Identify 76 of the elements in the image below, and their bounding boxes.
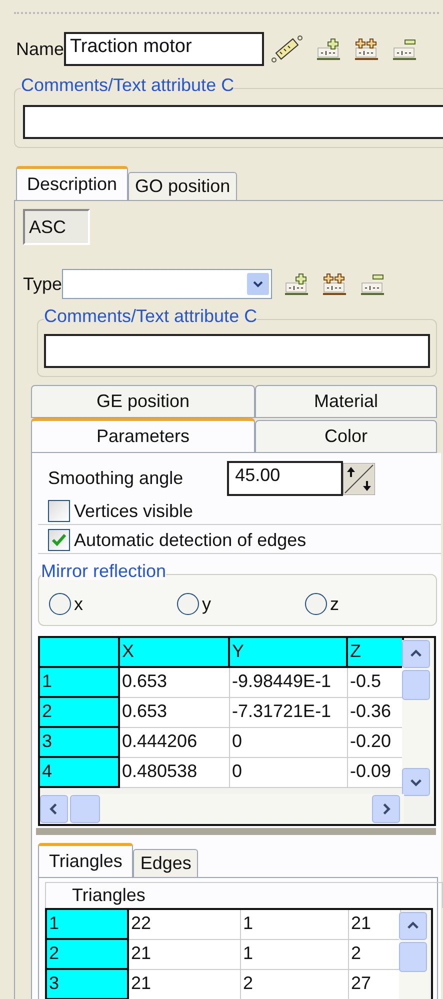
tab[interactable]: Color	[255, 420, 437, 453]
radio-button[interactable]	[305, 593, 327, 615]
type-label: Type	[23, 274, 62, 294]
row-header: 1	[47, 910, 129, 940]
table-cell: -0.36	[348, 698, 404, 728]
tab[interactable]: GE position	[31, 385, 255, 418]
radio-label: y	[202, 594, 211, 614]
smoothing-angle-label: Smoothing angle	[48, 468, 184, 489]
tab[interactable]: Parameters	[31, 418, 255, 453]
table-cell: 21	[349, 910, 401, 940]
tab[interactable]: GO position	[128, 172, 238, 200]
table-cell: -7.31721E-1	[230, 698, 348, 728]
column-header: Y	[230, 638, 348, 668]
spin-arrows-icon[interactable]	[343, 462, 376, 494]
checkbox-label: Automatic detection of edges	[74, 530, 306, 550]
ruler-icon[interactable]	[270, 34, 304, 64]
column-header: Z	[348, 638, 404, 668]
table-cell: 0.653	[120, 698, 230, 728]
table-cell: 27	[349, 970, 401, 999]
row-header: 2	[40, 698, 120, 728]
column-header: X	[120, 638, 230, 668]
table-cell: -0.09	[348, 758, 404, 788]
comments-field[interactable]	[23, 105, 443, 139]
table-cell: 0.653	[120, 668, 230, 698]
table-cell: 1	[241, 910, 349, 940]
scroll-left-icon[interactable]	[40, 795, 68, 823]
radio-label: x	[74, 594, 83, 614]
name-label: Name	[16, 38, 64, 60]
scroll-thumb[interactable]	[402, 670, 430, 700]
tab[interactable]: Material	[255, 385, 437, 418]
add-row-icon[interactable]	[284, 271, 310, 297]
table-cell: 0.480538	[120, 758, 230, 788]
table-cell: -0.20	[348, 728, 404, 758]
row-header: 2	[47, 940, 129, 970]
vertical-scrollbar[interactable]	[402, 640, 432, 796]
table-cell: 1	[241, 940, 349, 970]
radio-button[interactable]	[177, 593, 199, 615]
name-field[interactable]: Traction motor	[64, 32, 264, 66]
comments-field[interactable]	[44, 334, 430, 368]
add-row-icon[interactable]	[316, 36, 342, 62]
tab[interactable]: Edges	[133, 849, 198, 877]
scroll-right-icon[interactable]	[372, 795, 400, 823]
comments-legend: Comments/Text attribute C	[44, 307, 258, 325]
row-header: 3	[47, 970, 129, 999]
table-cell: 0.444206	[120, 728, 230, 758]
radio-label: z	[330, 594, 339, 614]
table-cell: 0	[230, 758, 348, 788]
tab[interactable]: ASC	[23, 209, 90, 245]
table-cell: 21	[129, 970, 241, 999]
table-cell: 2	[241, 970, 349, 999]
scroll-down-icon[interactable]	[402, 768, 430, 796]
horizontal-scrollbar[interactable]	[40, 794, 404, 824]
tab[interactable]: Description	[16, 166, 128, 200]
checkbox-label: Vertices visible	[74, 500, 194, 522]
mirror-reflection-legend: Mirror reflection	[41, 562, 166, 580]
row-header: 4	[40, 758, 120, 788]
scroll-thumb[interactable]	[70, 795, 100, 823]
table-cell: -9.98449E-1	[230, 668, 348, 698]
row-header: 3	[40, 728, 120, 758]
scroll-up-icon[interactable]	[402, 640, 430, 668]
checkbox[interactable]	[48, 529, 70, 551]
smoothing-angle-field[interactable]: 45.00	[227, 461, 344, 496]
tab[interactable]: Triangles	[38, 843, 134, 877]
scroll-up-icon[interactable]	[399, 912, 427, 940]
row-header: 1	[40, 668, 120, 698]
radio-button[interactable]	[49, 593, 71, 615]
table-cell: 21	[129, 940, 241, 970]
scroll-thumb[interactable]	[399, 942, 427, 972]
add-rows-icon[interactable]	[354, 36, 380, 62]
table-cell: 22	[129, 910, 241, 940]
table-cell: 2	[349, 940, 401, 970]
table-cell: 0	[230, 728, 348, 758]
comments-legend: Comments/Text attribute C	[21, 76, 234, 94]
add-rows-icon[interactable]	[322, 271, 348, 297]
checkbox[interactable]	[48, 500, 70, 522]
table-cell: -0.5	[348, 668, 404, 698]
